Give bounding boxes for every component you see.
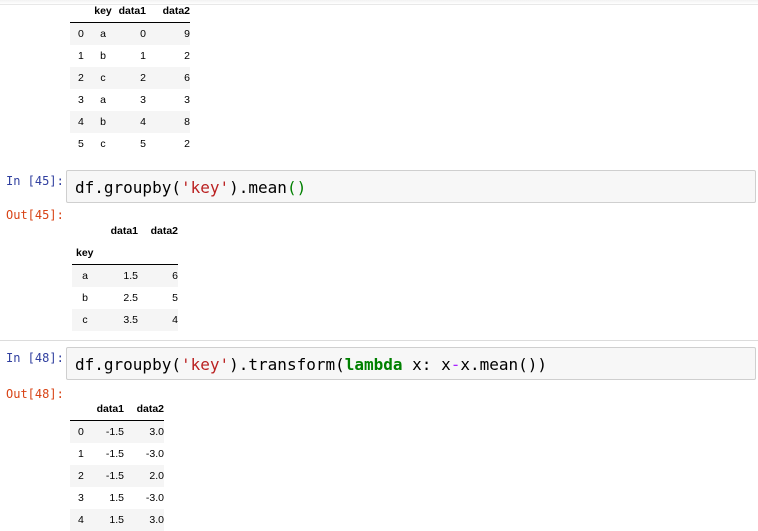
empty-header: [138, 242, 178, 265]
table-row: 3 a 3 3: [70, 89, 190, 111]
cell-data2: 3.0: [124, 420, 164, 443]
row-index: c: [72, 309, 98, 331]
table-row: 0a09: [70, 22, 190, 45]
cell-data1: -1.5: [105, 448, 124, 460]
code-keyword-lambda: lambda: [344, 355, 403, 374]
code-prefix: df.groupby(: [75, 178, 181, 197]
cell-data2: 2: [184, 50, 190, 62]
table-row: 2c26: [70, 67, 190, 89]
row-index: 3: [78, 94, 84, 106]
cell-data1: -1.5: [92, 465, 124, 487]
code-mid: ).transform(: [229, 355, 345, 374]
cell-data1: 1.5: [109, 492, 124, 504]
cell-data2: 3: [184, 94, 190, 106]
table-row: 4 1.5 3.0: [70, 509, 164, 531]
index-header: [70, 0, 92, 23]
index-header: [70, 398, 92, 421]
column-header-data1: data1: [92, 398, 124, 421]
cell-data1: -1.5: [92, 420, 124, 443]
code-prefix: df.groupby(: [75, 355, 181, 374]
table-row: 1 -1.5 -3.0: [70, 443, 164, 465]
cell-data2: 2.0: [124, 465, 164, 487]
dataframe-output-groupby-mean: data1 data2 key a 1.5 6 b 2.5 5 c 3.5 4: [72, 220, 178, 331]
cell-data1: 2.5: [123, 292, 138, 304]
cell-data2: -3.0: [145, 492, 164, 504]
cell-data2: 6: [146, 67, 190, 89]
cell-data2: 2: [184, 138, 190, 150]
cell-key: a: [100, 94, 106, 106]
table-row: 4b48: [70, 111, 190, 133]
cell-data1: 0: [114, 22, 146, 45]
cell-data1: 3.5: [98, 309, 138, 331]
code-text-48[interactable]: df.groupby('key').transform(lambda x: x-…: [75, 355, 547, 374]
row-index: 1: [78, 448, 84, 460]
output-prompt-48: Out[48]:: [6, 387, 64, 401]
table-row: 0 -1.5 3.0: [70, 420, 164, 443]
cell-key: b: [100, 50, 106, 62]
cell-data2: 6: [138, 264, 178, 287]
cell-data1: 3: [140, 94, 146, 106]
cell-divider: [0, 340, 758, 341]
column-header-data1: data1: [110, 225, 138, 237]
row-index: 2: [70, 465, 92, 487]
cell-data2: 9: [146, 22, 190, 45]
cell-data2: 4: [138, 309, 178, 331]
row-index: 0: [70, 420, 92, 443]
cell-key: b: [92, 111, 114, 133]
input-prompt-45: In [45]:: [6, 174, 64, 188]
dataframe-output-df: key data1 data2 0a091b122c263a334b485c52: [70, 0, 190, 155]
table-row: c 3.5 4: [72, 309, 178, 331]
code-tail: x.mean()): [460, 355, 548, 374]
code-operator: -: [450, 355, 461, 374]
row-index: 5: [78, 138, 84, 150]
code-string: 'key': [180, 355, 230, 374]
table-row: 1 b 1 2: [70, 45, 190, 67]
table-row: 3 1.5 -3.0: [70, 487, 164, 509]
cell-data2: 5: [172, 292, 178, 304]
cell-key: c: [100, 138, 106, 150]
row-index: 2: [70, 67, 92, 89]
code-arg: x: x: [402, 355, 451, 374]
cell-data1: 2: [114, 67, 146, 89]
table-row: 5 c 5 2: [70, 133, 190, 155]
code-string: 'key': [180, 178, 230, 197]
cell-data1: 1: [140, 50, 146, 62]
column-header-data2: data2: [124, 398, 164, 421]
cell-key: a: [92, 22, 114, 45]
code-suffix: ).mean: [229, 178, 287, 197]
cell-data2: -3.0: [145, 448, 164, 460]
row-index: a: [72, 264, 98, 287]
column-header-data1: data1: [114, 0, 146, 23]
empty-header: [98, 242, 138, 265]
cell-data1: 1.5: [98, 264, 138, 287]
table-row: b 2.5 5: [72, 287, 178, 309]
cell-data1: 4: [114, 111, 146, 133]
row-index: 3: [78, 492, 84, 504]
cell-key: c: [92, 67, 114, 89]
table-row: a 1.5 6: [72, 264, 178, 287]
cell-data2: 3.0: [124, 509, 164, 531]
column-header-key: key: [92, 0, 114, 23]
row-index: 1: [78, 50, 84, 62]
output-prompt-45: Out[45]:: [6, 208, 64, 222]
code-input-cell-45[interactable]: df.groupby('key').mean(): [66, 170, 756, 203]
cell-data1: 5: [140, 138, 146, 150]
code-text-45[interactable]: df.groupby('key').mean(): [75, 178, 306, 197]
row-index: 4: [70, 111, 92, 133]
input-prompt-48: In [48]:: [6, 351, 64, 365]
index-name-key: key: [72, 242, 98, 265]
row-index: 0: [70, 22, 92, 45]
cell-data1: 1.5: [92, 509, 124, 531]
row-index: b: [82, 292, 88, 304]
table-row: 2 -1.5 2.0: [70, 465, 164, 487]
row-index: 4: [70, 509, 92, 531]
cell-data2: 8: [146, 111, 190, 133]
dataframe-output-transform: data1 data2 0 -1.5 3.0 1 -1.5 -3.0 2 -1.5 2.0 3 1.…: [70, 398, 164, 531]
code-paren: (): [286, 178, 307, 197]
code-input-cell-48[interactable]: df.groupby('key').transform(lambda x: x-…: [66, 347, 756, 380]
index-header: [72, 220, 98, 242]
column-header-data2: data2: [146, 0, 190, 23]
column-header-data2: data2: [150, 225, 178, 237]
